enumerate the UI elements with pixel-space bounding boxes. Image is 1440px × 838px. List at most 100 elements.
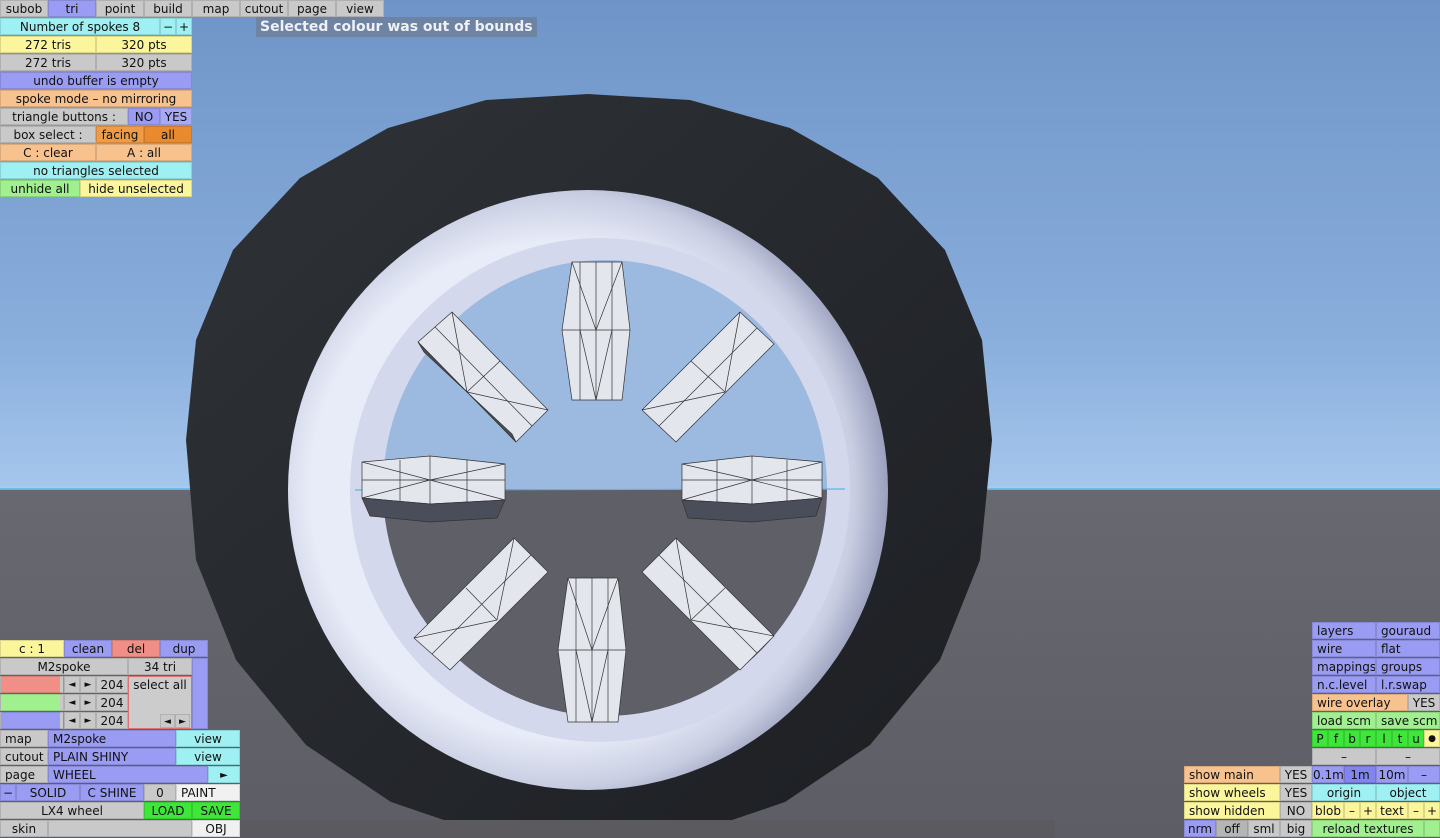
show-wheels-label[interactable]: show wheels (1184, 784, 1280, 801)
triangle-buttons-label: triangle buttons : (0, 108, 128, 125)
view-b-button[interactable]: b (1344, 730, 1360, 747)
scale-1m[interactable]: 1m (1344, 766, 1376, 783)
viewport-3d[interactable] (0, 0, 1440, 838)
menu-view[interactable]: view (336, 0, 384, 17)
cutout-value[interactable]: PLAIN SHINY (48, 748, 176, 765)
green-slider[interactable] (0, 694, 64, 711)
mappings-button[interactable]: mappings (1312, 658, 1376, 675)
box-select-facing[interactable]: facing (96, 126, 144, 143)
clean-button[interactable]: clean (64, 640, 112, 657)
off-button[interactable]: off (1216, 820, 1248, 837)
menu-point[interactable]: point (96, 0, 144, 17)
nrm-button[interactable]: nrm (1184, 820, 1216, 837)
blob-plus[interactable]: + (1360, 802, 1376, 819)
load-scm-button[interactable]: load scm (1312, 712, 1376, 729)
cshine-button[interactable]: C SHINE (80, 784, 144, 801)
menu-map[interactable]: map (192, 0, 240, 17)
wire-button[interactable]: wire (1312, 640, 1376, 657)
hide-unselected-button[interactable]: hide unselected (80, 180, 192, 197)
red-right-arrow[interactable]: ► (80, 676, 96, 693)
menu-cutout[interactable]: cutout (240, 0, 288, 17)
show-wheels-toggle[interactable]: YES (1280, 784, 1312, 801)
object-button[interactable]: object (1376, 784, 1440, 801)
origin-button[interactable]: origin (1312, 784, 1376, 801)
scale-0-1m[interactable]: 0.1m (1312, 766, 1344, 783)
load-button[interactable]: LOAD (144, 802, 192, 819)
text-plus[interactable]: + (1424, 802, 1440, 819)
blue-slider[interactable] (0, 712, 64, 729)
undo-status[interactable]: undo buffer is empty (0, 72, 192, 89)
cutout-view-button[interactable]: view (176, 748, 240, 765)
dash-button-1[interactable]: – (1312, 748, 1376, 765)
big-button[interactable]: big (1280, 820, 1312, 837)
layers-button[interactable]: layers (1312, 622, 1376, 639)
blue-left-arrow[interactable]: ◄ (64, 712, 80, 729)
obj-button[interactable]: OBJ (192, 820, 240, 837)
view-dot-button[interactable]: ● (1424, 730, 1440, 747)
blob-button[interactable]: blob (1312, 802, 1344, 819)
view-P-button[interactable]: P (1312, 730, 1328, 747)
select-all-a-button[interactable]: A : all (96, 144, 192, 161)
show-main-label[interactable]: show main (1184, 766, 1280, 783)
green-right-arrow[interactable]: ► (80, 694, 96, 711)
triangle-buttons-no[interactable]: NO (128, 108, 160, 125)
page-value[interactable]: WHEEL (48, 766, 208, 783)
blue-right-arrow[interactable]: ► (80, 712, 96, 729)
spokes-plus-button[interactable]: + (176, 18, 192, 35)
c1-button[interactable]: c : 1 (0, 640, 64, 657)
wire-overlay-toggle[interactable]: YES (1408, 694, 1440, 711)
select-all-label[interactable]: select all (133, 678, 187, 692)
menu-tri[interactable]: tri (48, 0, 96, 17)
menu-subob[interactable]: subob (0, 0, 48, 17)
del-button[interactable]: del (112, 640, 160, 657)
triangle-buttons-yes[interactable]: YES (160, 108, 192, 125)
show-hidden-toggle[interactable]: NO (1280, 802, 1312, 819)
unhide-all-button[interactable]: unhide all (0, 180, 80, 197)
swatch-right-arrow[interactable]: ► (175, 714, 190, 728)
view-l-button[interactable]: l (1376, 730, 1392, 747)
box-select-all[interactable]: all (144, 126, 192, 143)
scale-minus[interactable]: – (1408, 766, 1440, 783)
menu-page[interactable]: page (288, 0, 336, 17)
green-left-arrow[interactable]: ◄ (64, 694, 80, 711)
scale-10m[interactable]: 10m (1376, 766, 1408, 783)
group-side-bar[interactable] (192, 658, 208, 729)
map-view-button[interactable]: view (176, 730, 240, 747)
red-left-arrow[interactable]: ◄ (64, 676, 80, 693)
reload-textures-extra[interactable] (1424, 820, 1440, 837)
dash-button-2[interactable]: – (1376, 748, 1440, 765)
spoke-bottom (557, 577, 627, 723)
menu-build[interactable]: build (144, 0, 192, 17)
gouraud-button[interactable]: gouraud (1376, 622, 1440, 639)
save-button[interactable]: SAVE (192, 802, 240, 819)
skin-value[interactable] (48, 820, 192, 837)
sml-button[interactable]: sml (1248, 820, 1280, 837)
show-hidden-label[interactable]: show hidden (1184, 802, 1280, 819)
spokes-minus-button[interactable]: − (160, 18, 176, 35)
dup-button[interactable]: dup (160, 640, 208, 657)
text-button[interactable]: text (1376, 802, 1408, 819)
show-main-toggle[interactable]: YES (1280, 766, 1312, 783)
nclevel-button[interactable]: n.c.level (1312, 676, 1376, 693)
solid-button[interactable]: SOLID (16, 784, 80, 801)
spoke-mode-button[interactable]: spoke mode – no mirroring (0, 90, 192, 107)
groups-button[interactable]: groups (1376, 658, 1440, 675)
reload-textures-button[interactable]: reload textures (1312, 820, 1424, 837)
map-value[interactable]: M2spoke (48, 730, 176, 747)
flat-button[interactable]: flat (1376, 640, 1440, 657)
text-minus[interactable]: – (1408, 802, 1424, 819)
red-slider[interactable] (0, 676, 64, 693)
save-scm-button[interactable]: save scm (1376, 712, 1440, 729)
paint-button[interactable]: PAINT (176, 784, 240, 801)
blob-minus[interactable]: – (1344, 802, 1360, 819)
wire-overlay-label[interactable]: wire overlay (1312, 694, 1408, 711)
page-next-button[interactable]: ► (208, 766, 240, 783)
clear-button[interactable]: C : clear (0, 144, 96, 161)
shading-minus-button[interactable]: − (0, 784, 16, 801)
swatch-left-arrow[interactable]: ◄ (160, 714, 175, 728)
lrswap-button[interactable]: l.r.swap (1376, 676, 1440, 693)
view-r-button[interactable]: r (1360, 730, 1376, 747)
view-f-button[interactable]: f (1328, 730, 1344, 747)
view-u-button[interactable]: u (1408, 730, 1424, 747)
view-t-button[interactable]: t (1392, 730, 1408, 747)
